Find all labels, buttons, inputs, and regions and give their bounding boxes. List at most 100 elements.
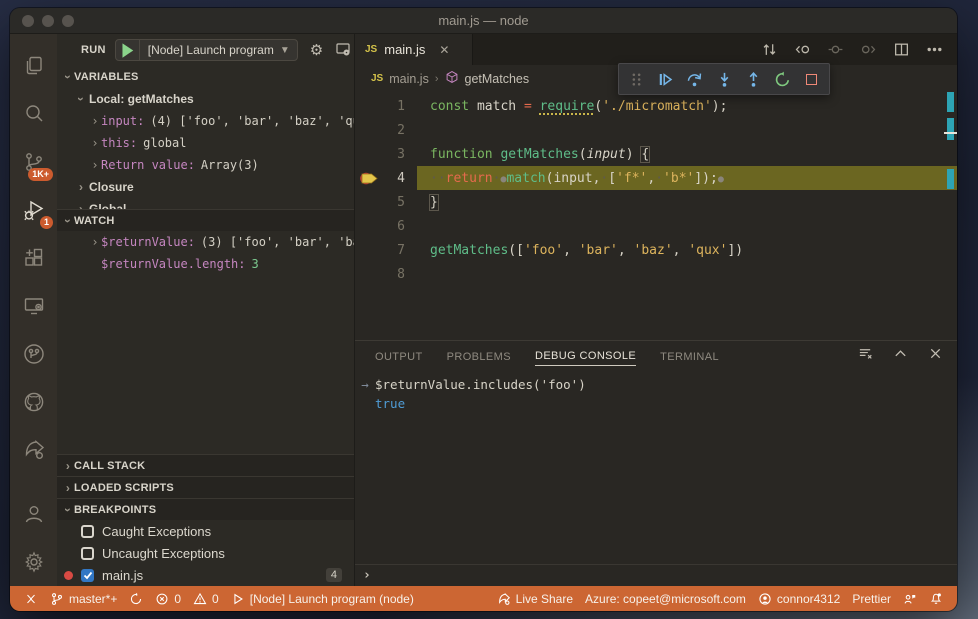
line-number[interactable]: 7 [355, 243, 405, 258]
activity-pull-requests-icon[interactable] [10, 330, 57, 378]
activity-remote-explorer-icon[interactable] [10, 282, 57, 330]
breakpoint-row[interactable]: main.js 4 [57, 564, 354, 586]
launch-config-dropdown[interactable]: [Node] Launch program ▼ [114, 39, 298, 61]
panel-tab-problems[interactable]: PROBLEMS [447, 347, 511, 366]
status-item-bell[interactable] [923, 586, 949, 611]
breakpoint-row[interactable]: Uncaught Exceptions [57, 542, 354, 564]
minimize-window-button[interactable] [42, 15, 54, 27]
scope-global[interactable]: › Global [57, 198, 354, 209]
start-debug-icon[interactable] [116, 40, 140, 60]
variable-row[interactable]: › Return value: Array(3) [57, 154, 354, 176]
open-changes-icon[interactable] [761, 41, 778, 58]
code-line[interactable]: 7 getMatches(['foo', 'bar', 'baz', 'qux']… [355, 238, 957, 262]
window-title: main.js — node [438, 13, 529, 28]
breakpoints-header[interactable]: › BREAKPOINTS [57, 498, 354, 520]
activity-settings-icon[interactable] [10, 538, 57, 586]
clear-console-icon[interactable] [858, 346, 873, 366]
navigate-forward-icon[interactable] [860, 41, 877, 58]
watch-header[interactable]: › WATCH [57, 209, 354, 231]
branch-icon [52, 592, 62, 605]
watch-row[interactable]: ›$returnValue: (3) ['foo', 'bar', 'baz'] [57, 231, 354, 253]
status-item-play[interactable]: [Node] Launch program (node) [225, 586, 420, 611]
variables-header[interactable]: › VARIABLES [57, 66, 354, 88]
activity-source-control-icon[interactable]: 1K+ [10, 138, 57, 186]
maximize-window-button[interactable] [62, 15, 74, 27]
scope-local[interactable]: › Local: getMatches [57, 88, 354, 110]
debug-settings-gear-icon[interactable]: ⚙ [310, 41, 323, 59]
navigate-back-icon[interactable] [794, 41, 811, 58]
code-line[interactable]: 3 function getMatches(input) { [355, 142, 957, 166]
code-line[interactable]: 5} [355, 190, 957, 214]
activity-explorer-icon[interactable] [10, 42, 57, 90]
status-item-prettier[interactable]: Prettier [846, 586, 897, 611]
continue-button[interactable] [654, 67, 678, 91]
status-item-warning[interactable]: 0 [187, 586, 225, 611]
step-over-button[interactable] [683, 67, 707, 91]
tab-close-icon[interactable]: ✕ [439, 43, 449, 57]
split-editor-icon[interactable] [893, 41, 910, 58]
variable-row[interactable]: › this: global [57, 132, 354, 154]
activity-github-icon[interactable] [10, 378, 57, 426]
maximize-panel-icon[interactable] [893, 346, 908, 366]
scope-closure[interactable]: › Closure [57, 176, 354, 198]
run-label: RUN [81, 44, 106, 56]
variables-section: › VARIABLES › Local: getMatches › input: (4) [… [57, 66, 354, 209]
watch-row[interactable]: $returnValue.length: 3 [57, 253, 354, 275]
status-item-remote[interactable] [18, 586, 44, 611]
toolbar-grip-handle[interactable] [624, 67, 648, 91]
line-number[interactable]: 1 [355, 99, 405, 114]
status-item-azure-copeet[interactable]: Azure: copeet@microsoft.com [579, 586, 752, 611]
code-editor[interactable]: 1 const match = require('./micromatch'); 2… [355, 92, 957, 340]
chevron-right-icon: › [79, 202, 83, 209]
status-item-github[interactable]: connor4312 [752, 586, 846, 611]
status-item-feedback[interactable] [897, 586, 923, 611]
more-actions-icon[interactable] [926, 41, 943, 58]
line-number[interactable]: 3 [355, 147, 405, 162]
breakpoint-row[interactable]: Caught Exceptions [57, 520, 354, 542]
line-number[interactable]: 2 [355, 123, 405, 138]
restart-button[interactable] [771, 67, 795, 91]
call-stack-header[interactable]: › CALL STACK [57, 454, 354, 476]
loaded-scripts-header[interactable]: › LOADED SCRIPTS [57, 476, 354, 498]
code-line[interactable]: 8 [355, 262, 957, 286]
checkbox-unchecked[interactable] [81, 546, 94, 560]
debug-console-input[interactable]: › [355, 564, 957, 586]
status-item-liveshare[interactable]: Live Share [491, 586, 579, 611]
step-out-button[interactable] [741, 67, 765, 91]
activity-extensions-icon[interactable] [10, 234, 57, 282]
checkbox-checked[interactable] [81, 568, 94, 582]
open-debug-console-icon[interactable] [335, 41, 351, 60]
activity-search-icon[interactable] [10, 90, 57, 138]
navigate-current-icon[interactable] [827, 41, 844, 58]
stop-button[interactable] [800, 67, 824, 91]
tab-main-js[interactable]: JS main.js ✕ [355, 34, 473, 65]
watch-value: (3) ['foo', 'bar', 'baz'] [200, 235, 354, 249]
line-number[interactable]: 8 [355, 267, 405, 282]
activity-run-debug-icon[interactable]: 1 [10, 186, 57, 234]
panel-tab-debug-console[interactable]: DEBUG CONSOLE [534, 346, 637, 366]
status-right-group: Live Share Azure: copeet@microsoft.com con… [491, 586, 949, 611]
code-line[interactable]: 4 ··return·●match(input,·['f*',·'b*']);● [355, 166, 957, 190]
line-number[interactable]: 6 [355, 219, 405, 234]
code-line[interactable]: 2 [355, 118, 957, 142]
status-item-branch[interactable]: master*+ [44, 586, 123, 611]
checkbox-unchecked[interactable] [81, 524, 94, 538]
line-number[interactable]: 5 [355, 195, 405, 210]
watch-expression: $returnValue.length: [101, 257, 246, 271]
panel-tab-output[interactable]: OUTPUT [375, 347, 423, 366]
breadcrumb-file[interactable]: main.js [389, 72, 429, 86]
breadcrumb-symbol[interactable]: getMatches [465, 72, 530, 86]
activity-accounts-icon[interactable] [10, 490, 57, 538]
code-line[interactable]: 1 const match = require('./micromatch'); [355, 94, 957, 118]
status-item-error[interactable]: 0 [149, 586, 187, 611]
debug-console-output[interactable]: → $returnValue.includes('foo') true [355, 371, 957, 564]
close-panel-icon[interactable] [928, 346, 943, 366]
activity-live-share-icon[interactable] [10, 426, 57, 474]
status-item-sync[interactable] [123, 586, 149, 611]
variable-row[interactable]: ›input: (4) ['foo', 'bar', 'baz', 'qux'] [57, 110, 354, 132]
status-bar: master*+ 0 0 [Node] Launch program (node) Li… [10, 586, 957, 611]
panel-tab-terminal[interactable]: TERMINAL [660, 347, 719, 366]
step-into-button[interactable] [712, 67, 736, 91]
code-line[interactable]: 6 [355, 214, 957, 238]
close-window-button[interactable] [22, 15, 34, 27]
